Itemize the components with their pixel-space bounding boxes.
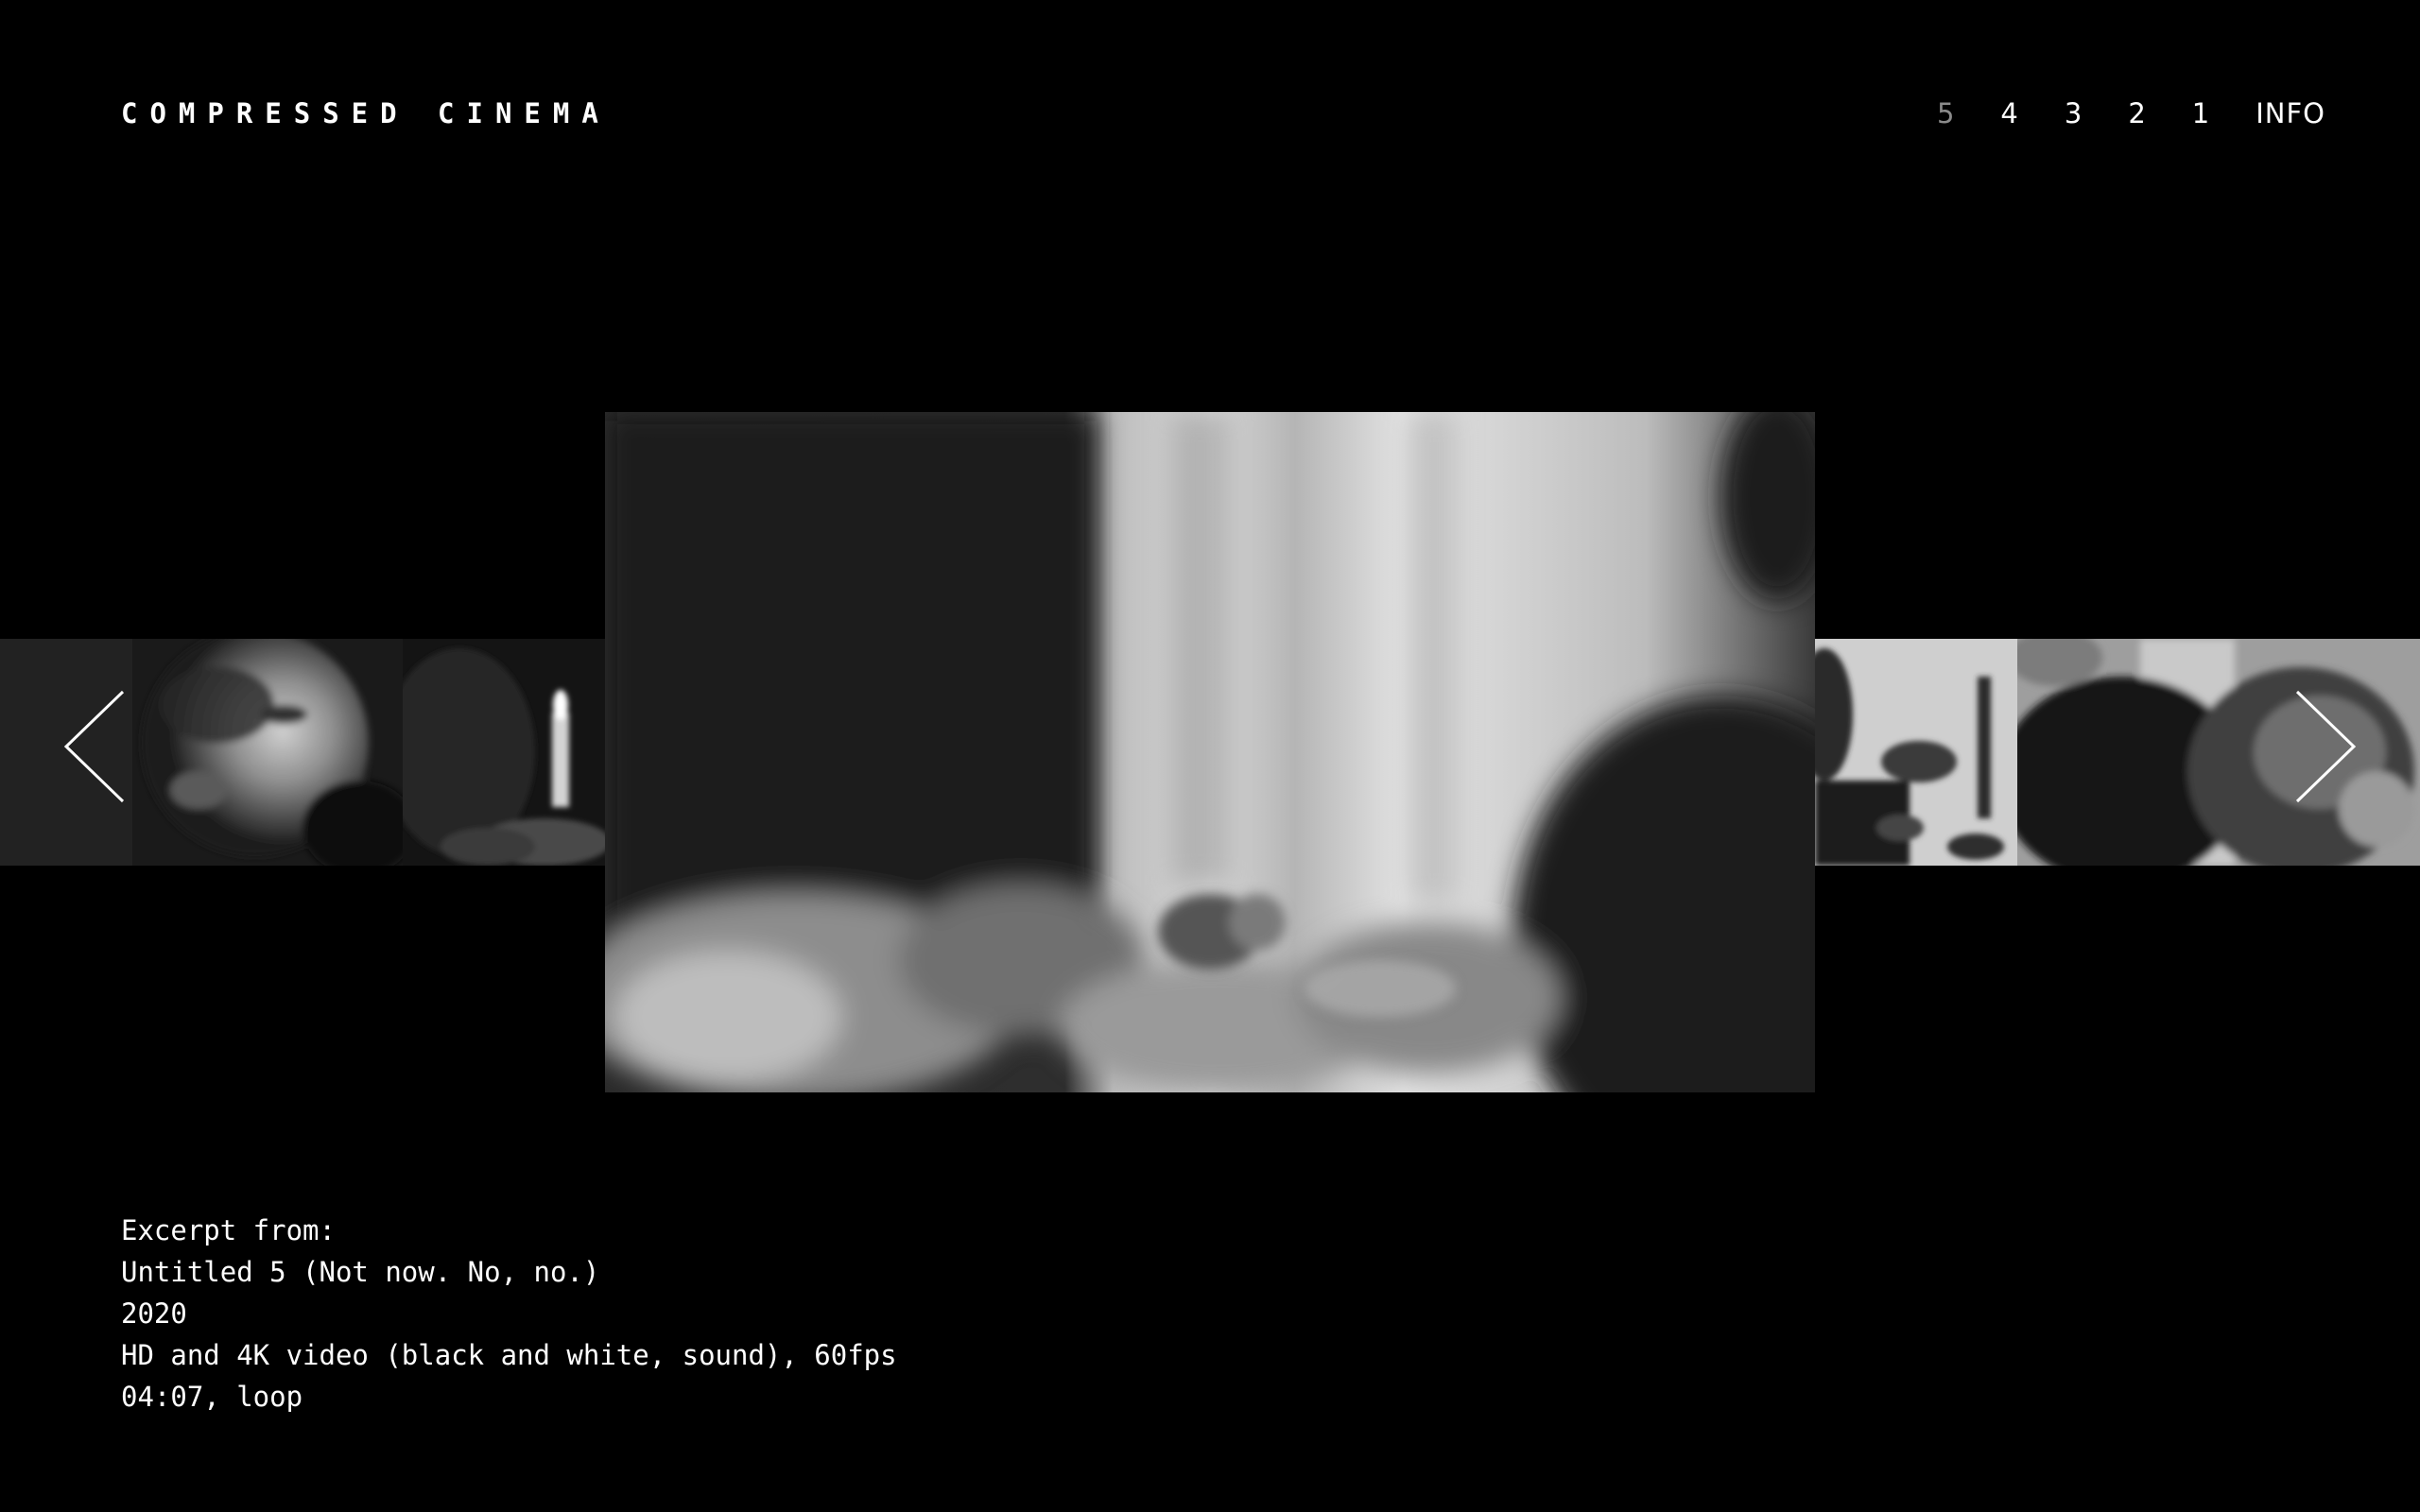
site-logo[interactable]: COMPRESSED CINEMA — [121, 94, 611, 132]
work-navigation: 5 4 3 2 1 INFO — [1892, 94, 2325, 132]
face-still-image — [0, 639, 403, 866]
nav-item-info[interactable]: INFO — [2256, 94, 2325, 132]
chevron-right-icon — [2295, 690, 2357, 803]
main-video-frame[interactable] — [605, 412, 1815, 1092]
nav-item-4[interactable]: 4 — [2000, 94, 2018, 132]
next-button[interactable] — [2291, 688, 2358, 805]
thumbnail-previous-face[interactable] — [0, 639, 403, 866]
work-caption: Excerpt from: Untitled 5 (Not now. No, n… — [121, 1210, 897, 1418]
candle-still-image — [403, 639, 605, 866]
video-still-image — [605, 412, 1815, 1092]
thumbnail-next-embrace[interactable] — [2017, 639, 2420, 866]
caption-medium: HD and 4K video (black and white, sound)… — [121, 1339, 897, 1371]
caption-excerpt-label: Excerpt from: — [121, 1214, 336, 1246]
figures-still-image — [1815, 639, 2017, 866]
caption-duration: 04:07, loop — [121, 1381, 303, 1413]
chevron-left-icon — [63, 690, 125, 803]
caption-title: Untitled 5 (Not now. No, no.) — [121, 1256, 600, 1288]
embrace-still-image — [2017, 639, 2420, 866]
nav-item-2[interactable]: 2 — [2128, 94, 2146, 132]
thumbnail-previous-candle[interactable] — [403, 639, 605, 866]
caption-year: 2020 — [121, 1297, 187, 1330]
nav-item-3[interactable]: 3 — [2065, 94, 2083, 132]
nav-item-1[interactable]: 1 — [2192, 94, 2210, 132]
thumbnail-next-figures[interactable] — [1815, 639, 2017, 866]
nav-item-5[interactable]: 5 — [1937, 94, 1955, 132]
previous-button[interactable] — [62, 688, 129, 805]
